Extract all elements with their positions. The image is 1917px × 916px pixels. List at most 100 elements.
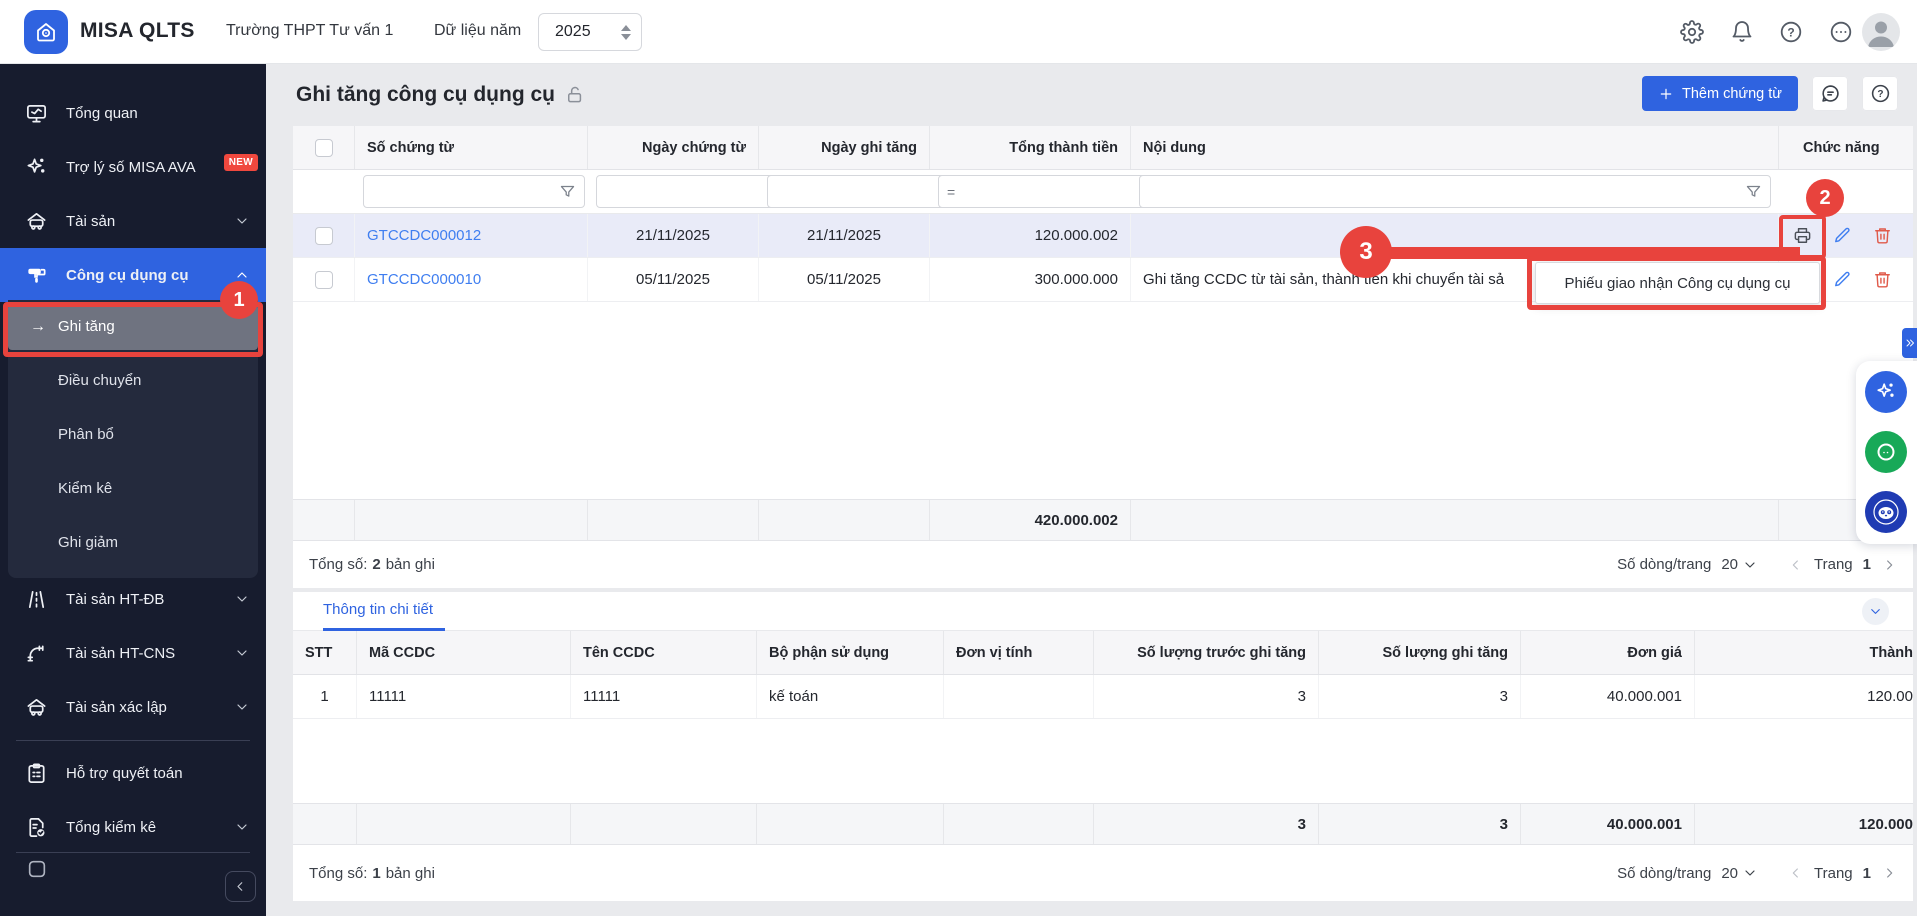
prev-page-icon[interactable] xyxy=(1788,557,1804,573)
add-document-button[interactable]: Thêm chứng từ xyxy=(1642,76,1798,111)
col-don-vi-tinh[interactable]: Đơn vị tính xyxy=(944,631,1094,674)
sum-don-gia: 40.000.001 xyxy=(1521,804,1695,844)
col-ten-ccdc[interactable]: Tên CCDC xyxy=(571,631,757,674)
current-page: 1 xyxy=(1863,556,1871,573)
col-bo-phan-su-dung[interactable]: Bộ phận sử dụng xyxy=(757,631,944,674)
sidebar-item-tong-kiem-ke[interactable]: Tổng kiểm kê xyxy=(0,800,266,854)
col-so-luong-truoc-ghi-tang[interactable]: Số lượng trước ghi tăng xyxy=(1094,631,1319,674)
sidebar-item-tai-san-ht-db[interactable]: Tài sản HT-ĐB xyxy=(0,572,266,626)
sidebar-collapse-button[interactable] xyxy=(225,871,256,902)
record-count: Tổng số: 1 bản ghi xyxy=(309,865,435,882)
app-logo[interactable] xyxy=(24,10,68,54)
sidebar-item-tai-san[interactable]: Tài sản xyxy=(0,194,266,248)
doc-table-filter-row: = xyxy=(293,170,1913,214)
year-selector[interactable]: 2025 xyxy=(538,13,642,51)
panda-bot-icon xyxy=(1871,497,1901,527)
collapse-detail-button[interactable] xyxy=(1862,598,1889,625)
sidebar-subitem-ghi-giam[interactable]: Ghi giảm xyxy=(8,516,258,570)
sidebar-item-label: Hỗ trợ quyết toán xyxy=(66,765,183,782)
per-page-dropdown[interactable]: 20 xyxy=(1721,556,1758,573)
sidebar-subitem-kiem-ke[interactable]: Kiểm kê xyxy=(8,462,258,516)
document-link[interactable]: GTCCDC000012 xyxy=(367,227,481,244)
sidebar-subitem-phan-bo[interactable]: Phân bổ xyxy=(8,408,258,462)
filter-tong-thanh-tien-input[interactable] xyxy=(961,184,1142,200)
filter-so-chung-tu-input[interactable] xyxy=(372,184,553,200)
edit-button[interactable] xyxy=(1827,265,1857,295)
per-page-dropdown[interactable]: 20 xyxy=(1721,865,1758,882)
more-options-icon[interactable] xyxy=(1829,20,1853,44)
col-ma-ccdc[interactable]: Mã CCDC xyxy=(357,631,571,674)
annotation-step1-badge: 1 xyxy=(220,281,258,319)
user-avatar[interactable] xyxy=(1862,13,1900,51)
year-stepper-icon[interactable] xyxy=(621,25,631,40)
equals-operator[interactable]: = xyxy=(947,184,955,200)
pagination: Số dòng/trang 20 Trang 1 xyxy=(1617,865,1897,882)
col-ngay-ghi-tang[interactable]: Ngày ghi tăng xyxy=(759,126,930,169)
doc-table-sum-row: 420.000.002 xyxy=(293,499,1913,541)
annotation-step3-badge: 3 xyxy=(1340,226,1392,278)
notifications-bell-icon[interactable] xyxy=(1730,20,1754,44)
prev-page-icon[interactable] xyxy=(1788,865,1804,881)
sidebar-item-tai-san-ht-cns[interactable]: Tài sản HT-CNS xyxy=(0,626,266,680)
asset-icon xyxy=(25,696,48,719)
row-checkbox[interactable] xyxy=(315,227,333,245)
delete-button[interactable] xyxy=(1867,221,1897,251)
col-don-gia[interactable]: Đơn giá xyxy=(1521,631,1695,674)
sidebar-item-tong-quan[interactable]: Tổng quan xyxy=(0,86,266,140)
add-document-label: Thêm chứng từ xyxy=(1682,86,1782,102)
cell-ngay-ghi-tang: 21/11/2025 xyxy=(759,214,930,257)
person-icon xyxy=(1862,13,1900,51)
filter-noi-dung-input[interactable] xyxy=(1148,184,1739,200)
filter-funnel-icon[interactable] xyxy=(1745,183,1762,200)
chevron-down-icon xyxy=(234,591,250,607)
sidebar-item-tai-san-xac-lap[interactable]: Tài sản xác lập xyxy=(0,680,266,734)
settings-gear-icon[interactable] xyxy=(1680,20,1704,44)
sum-so-luong-truoc: 3 xyxy=(1094,804,1319,844)
page-help-button[interactable]: ? xyxy=(1862,76,1898,111)
chevron-down-icon xyxy=(234,819,250,835)
sidebar-item-ho-tro-quyet-toan[interactable]: Hỗ trợ quyết toán xyxy=(0,746,266,800)
sidebar-item-tro-ly-ava[interactable]: Trợ lý số MISA AVA NEW xyxy=(0,140,266,194)
detail-tab-row: Thông tin chi tiết xyxy=(293,592,1913,631)
cell-ma-ccdc: 11111 xyxy=(357,675,571,718)
org-name[interactable]: Trường THPT Tư vấn 1 xyxy=(226,22,393,40)
data-year-label: Dữ liệu năm xyxy=(434,22,521,40)
col-so-chung-tu[interactable]: Số chứng từ xyxy=(355,126,588,169)
delete-button[interactable] xyxy=(1867,265,1897,295)
filter-funnel-icon[interactable] xyxy=(559,183,576,200)
row-checkbox[interactable] xyxy=(315,271,333,289)
cell-don-gia: 40.000.001 xyxy=(1521,675,1695,718)
new-badge: NEW xyxy=(224,154,258,171)
col-tong-thanh-tien[interactable]: Tổng thành tiền xyxy=(930,126,1131,169)
asset-icon xyxy=(25,210,48,233)
col-noi-dung[interactable]: Nội dung xyxy=(1131,126,1779,169)
next-page-icon[interactable] xyxy=(1881,865,1897,881)
sparkles-icon xyxy=(1875,381,1897,403)
support-button[interactable] xyxy=(1865,431,1907,473)
app-name: MISA QLTS xyxy=(80,19,195,43)
doc-check-icon xyxy=(25,816,48,839)
col-so-luong-ghi-tang[interactable]: Số lượng ghi tăng xyxy=(1319,631,1521,674)
record-count: Tổng số: 2 bản ghi xyxy=(309,556,435,573)
chatbot-button[interactable] xyxy=(1865,491,1907,533)
feedback-button[interactable] xyxy=(1812,76,1848,111)
cell-ngay-ghi-tang: 05/11/2025 xyxy=(759,258,930,301)
total-unit: bản ghi xyxy=(386,556,435,573)
help-icon[interactable]: ? xyxy=(1779,20,1803,44)
cell-tong-thanh-tien: 120.000.002 xyxy=(930,214,1131,257)
tab-thong-tin-chi-tiet[interactable]: Thông tin chi tiết xyxy=(323,601,433,618)
sidebar-subitem-dieu-chuyen[interactable]: Điều chuyển xyxy=(8,354,258,408)
col-ngay-chung-tu[interactable]: Ngày chứng từ xyxy=(588,126,759,169)
chevron-down-icon xyxy=(1742,557,1758,573)
select-all-checkbox[interactable] xyxy=(315,139,333,157)
next-page-icon[interactable] xyxy=(1881,557,1897,573)
doc-table-footer: Tổng số: 2 bản ghi Số dòng/trang 20 Tran… xyxy=(293,541,1913,588)
col-thanh-tien[interactable]: Thành xyxy=(1695,631,1913,674)
document-link[interactable]: GTCCDC000010 xyxy=(367,271,481,288)
ava-assistant-button[interactable] xyxy=(1865,371,1907,413)
expand-side-widgets-tab[interactable] xyxy=(1902,328,1917,358)
sidebar-item-label: Tài sản HT-ĐB xyxy=(66,591,164,608)
edit-button[interactable] xyxy=(1827,221,1857,251)
home-icon xyxy=(34,20,58,44)
detail-row[interactable]: 1 11111 11111 kế toán 3 3 40.000.001 120… xyxy=(293,675,1913,719)
